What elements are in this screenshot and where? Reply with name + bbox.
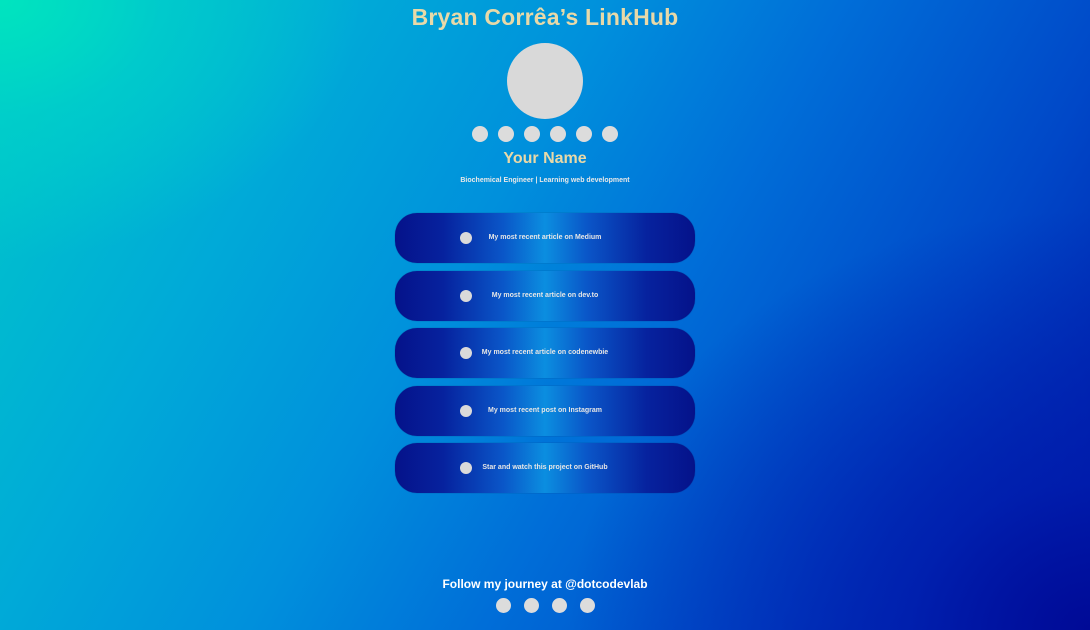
link-button-devto[interactable]: My most recent article on dev.to [395,270,695,321]
profile-name: Your Name [503,150,587,167]
footer-social-icon-1[interactable] [495,598,511,613]
footer-follow-text: Follow my journey at @dotcodevlab [442,577,648,591]
avatar [507,43,583,119]
link-button-codenewbie[interactable]: My most recent article on codenewbie [395,328,695,378]
social-icon-3[interactable] [524,126,540,142]
footer-social-icon-2[interactable] [523,598,539,613]
social-icon-6[interactable] [602,126,618,142]
link-label: My most recent article on Medium [488,234,602,241]
footer-social-row [0,598,1090,613]
link-label: Star and watch this project on GitHub [482,464,608,471]
profile-bio: Biochemical Engineer | Learning web deve… [460,177,630,184]
social-icon-1[interactable] [472,126,488,142]
social-icon-5[interactable] [576,126,592,142]
footer-social-icon-4[interactable] [579,598,595,613]
link-button-github[interactable]: Star and watch this project on GitHub [395,443,695,493]
footer-social-icon-3[interactable] [551,598,567,613]
link-label: My most recent article on dev.to [491,291,599,299]
link-label: My most recent article on codenewbie [481,349,609,356]
social-icon-2[interactable] [498,126,514,142]
link-button-instagram[interactable]: My most recent post on Instagram [395,385,695,436]
social-icons-row [0,126,1090,142]
linkhub-page: Bryan Corrêa’s LinkHub Your Name Biochem… [0,0,1090,630]
link-label: My most recent post on Instagram [488,406,602,414]
page-title: Bryan Corrêa’s LinkHub [411,4,679,30]
link-button-medium[interactable]: My most recent article on Medium [395,213,695,263]
links-list: My most recent article on Medium My most… [395,213,695,501]
social-icon-4[interactable] [550,126,566,142]
